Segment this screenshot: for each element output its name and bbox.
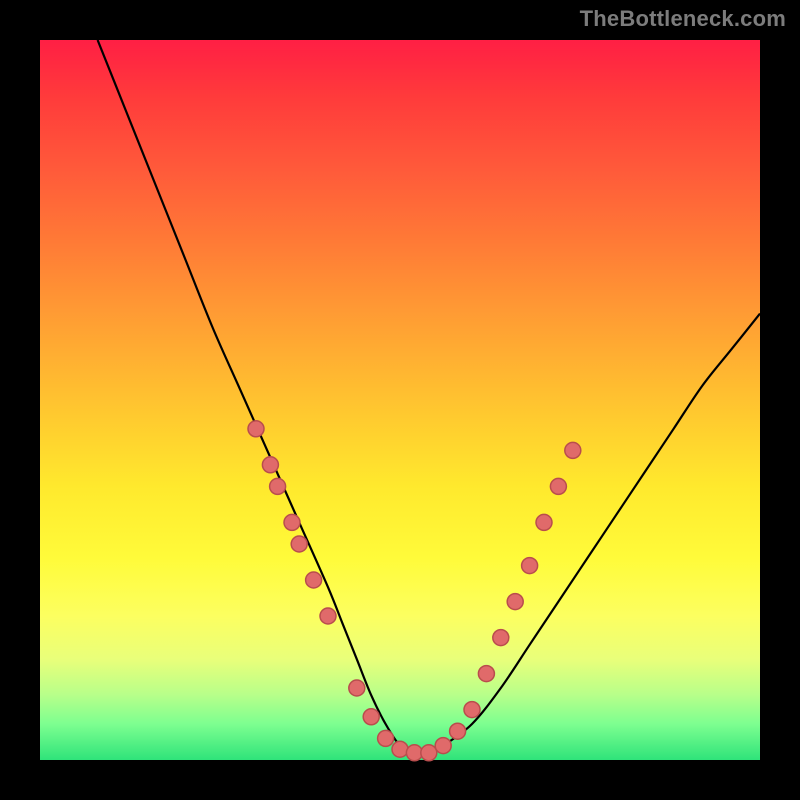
data-point-marker	[493, 630, 509, 646]
chart-svg	[40, 40, 760, 760]
data-point-marker	[536, 514, 552, 530]
data-point-marker	[392, 741, 408, 757]
data-point-marker	[320, 608, 336, 624]
data-point-marker	[284, 514, 300, 530]
data-point-marker	[522, 558, 538, 574]
data-point-marker	[262, 457, 278, 473]
data-point-marker	[406, 745, 422, 761]
data-point-marker	[464, 702, 480, 718]
data-point-marker	[478, 666, 494, 682]
data-point-marker	[248, 421, 264, 437]
data-point-marker	[507, 594, 523, 610]
data-point-marker	[421, 745, 437, 761]
data-point-marker	[270, 478, 286, 494]
data-point-marker	[306, 572, 322, 588]
data-point-marker	[363, 709, 379, 725]
data-point-marker	[435, 738, 451, 754]
plot-area	[40, 40, 760, 760]
data-point-marker	[378, 730, 394, 746]
data-point-marker	[565, 442, 581, 458]
data-point-marker	[291, 536, 307, 552]
bottleneck-curve	[98, 40, 760, 754]
data-point-marker	[550, 478, 566, 494]
watermark-text: TheBottleneck.com	[580, 6, 786, 32]
chart-frame: TheBottleneck.com	[0, 0, 800, 800]
data-point-marker	[349, 680, 365, 696]
data-point-marker	[450, 723, 466, 739]
